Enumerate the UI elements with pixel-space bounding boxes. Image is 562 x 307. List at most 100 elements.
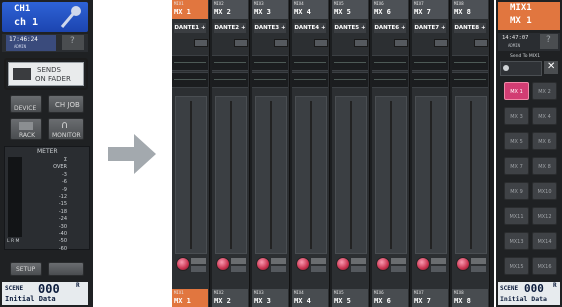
mix-label: MX 4 [294, 8, 311, 16]
input-patch-button[interactable]: DANTE8 + [454, 23, 486, 33]
pre-button[interactable] [431, 266, 446, 272]
channel-strip: MIX5 MX 5 DANTE5 + MIX5 MX 5 [332, 0, 370, 307]
channel-select-button[interactable]: MIX8 MX 8 [452, 289, 488, 307]
setup-secondary-button[interactable] [48, 262, 84, 276]
input-patch-button[interactable]: DANTE5 + [334, 23, 366, 33]
fader[interactable] [415, 96, 447, 254]
send-mix-button[interactable]: MX12 [532, 207, 557, 225]
fader[interactable] [375, 96, 407, 254]
channel-select-button[interactable]: MIX6 MX 6 [372, 289, 408, 307]
send-to-selector[interactable] [500, 61, 542, 76]
channel-name-tab[interactable]: MIX4 MX 4 [292, 0, 328, 19]
fader[interactable] [455, 96, 487, 254]
input-patch-button[interactable]: DANTE7 + [414, 23, 446, 33]
send-level-knob[interactable] [256, 257, 270, 271]
send-mix-button[interactable]: MX 4 [532, 107, 557, 125]
pre-button[interactable] [391, 266, 406, 272]
input-patch-button[interactable]: DANTE3 + [254, 23, 286, 33]
mix-label-small: MIX1 [174, 290, 184, 295]
mix-label: MX 3 [254, 297, 271, 305]
send-value [351, 258, 366, 264]
mix-name: MX 1 [510, 16, 532, 26]
channel-select-button[interactable]: MIX1 MX 1 [172, 289, 208, 307]
send-mix-button[interactable]: MX 7 [504, 157, 529, 175]
rack-button[interactable]: RACK [10, 118, 42, 140]
pre-button[interactable] [471, 266, 486, 272]
meter-scale-label: -9 [62, 186, 67, 193]
channel-strip: MIX7 MX 7 DANTE7 + MIX7 MX 7 [412, 0, 450, 307]
fader[interactable] [175, 96, 207, 254]
right-scene-display[interactable]: SCENE 000 R Initial Data [498, 282, 560, 305]
fader[interactable] [335, 96, 367, 254]
send-mix-button[interactable]: MX13 [504, 232, 529, 250]
send-mix-button[interactable]: MX 1 [504, 82, 529, 100]
pre-button[interactable] [191, 266, 206, 272]
send-level-knob[interactable] [416, 257, 430, 271]
send-mix-button[interactable]: MX10 [532, 182, 557, 200]
patch-indicator [234, 39, 248, 47]
send-mix-button[interactable]: MX 2 [532, 82, 557, 100]
send-mix-button[interactable]: MX16 [532, 257, 557, 275]
send-level-knob[interactable] [376, 257, 390, 271]
fader[interactable] [295, 96, 327, 254]
send-level-knob[interactable] [456, 257, 470, 271]
close-button[interactable]: ✕ [544, 61, 558, 74]
monitor-button[interactable]: ∩ MONITOR [48, 118, 84, 140]
send-mix-button[interactable]: MX 6 [532, 132, 557, 150]
input-patch-button[interactable]: DANTE1 + [174, 23, 206, 33]
mix-label-small: MIX5 [334, 1, 344, 6]
channel-select-button[interactable]: MIX2 MX 2 [212, 289, 248, 307]
right-arrow-icon [108, 130, 158, 178]
mix-label-small: MIX5 [334, 290, 344, 295]
setup-label: SETUP [16, 266, 36, 273]
pre-button[interactable] [271, 266, 286, 272]
right-help-button[interactable]: ? [540, 34, 558, 49]
mix-label: MX 6 [374, 8, 391, 16]
mix-label: MX 1 [174, 8, 191, 16]
send-level-knob[interactable] [296, 257, 310, 271]
channel-name-tab[interactable]: MIX8 MX 8 [452, 0, 488, 19]
help-button[interactable]: ? [62, 35, 84, 50]
send-to-label: Send To MIX1 [510, 54, 541, 59]
channel-select-button[interactable]: MIX7 MX 7 [412, 289, 448, 307]
channel-select-button[interactable]: MIX3 MX 3 [252, 289, 288, 307]
input-patch-button[interactable]: DANTE2 + [214, 23, 246, 33]
send-level-knob[interactable] [336, 257, 350, 271]
level-display [372, 72, 408, 88]
channel-name-tab[interactable]: MIX1 MX 1 [172, 0, 208, 19]
send-mix-button[interactable]: MX 8 [532, 157, 557, 175]
channel-name-tab[interactable]: MIX5 MX 5 [332, 0, 368, 19]
send-mix-button[interactable]: MX 9 [504, 182, 529, 200]
channel-name-tab[interactable]: MIX7 MX 7 [412, 0, 448, 19]
input-patch-button[interactable]: DANTE4 + [294, 23, 326, 33]
send-level-knob[interactable] [216, 257, 230, 271]
microphone-icon [58, 5, 84, 29]
fader[interactable] [255, 96, 287, 254]
send-mix-button[interactable]: MX11 [504, 207, 529, 225]
input-patch-button[interactable]: DANTE6 + [374, 23, 406, 33]
meter-section[interactable]: METER Σ OVER -3 -6 -9 -12 -15 -18 -24 -3… [4, 146, 90, 252]
send-mix-button[interactable]: MX 3 [504, 107, 529, 125]
setup-button[interactable]: SETUP [10, 262, 42, 276]
send-mix-button[interactable]: MX 5 [504, 132, 529, 150]
meter-scale-label: -60 [58, 245, 67, 252]
channel-name-tab[interactable]: MIX2 MX 2 [212, 0, 248, 19]
scene-display[interactable]: SCENE 000 R Initial Data [2, 282, 88, 305]
pre-button[interactable] [351, 266, 366, 272]
channel-select-button[interactable]: MIX4 MX 4 [292, 289, 328, 307]
channel-strip: MIX2 MX 2 DANTE2 + MIX2 MX 2 [212, 0, 250, 307]
send-mix-button[interactable]: MX15 [504, 257, 529, 275]
channel-select-button[interactable]: MIX5 MX 5 [332, 289, 368, 307]
mix-header[interactable]: MIX1 MX 1 [498, 2, 560, 30]
channel-header[interactable]: CH1 ch 1 [2, 2, 88, 32]
channel-name-tab[interactable]: MIX3 MX 3 [252, 0, 288, 19]
channel-name-tab[interactable]: MIX6 MX 6 [372, 0, 408, 19]
send-level-knob[interactable] [176, 257, 190, 271]
fader[interactable] [215, 96, 247, 254]
device-button[interactable]: DEVICE [10, 95, 42, 113]
send-mix-button[interactable]: MX14 [532, 232, 557, 250]
pre-button[interactable] [311, 266, 326, 272]
ch-job-button[interactable]: CH JOB [48, 95, 84, 113]
scene-name: Initial Data [5, 295, 56, 303]
pre-button[interactable] [231, 266, 246, 272]
